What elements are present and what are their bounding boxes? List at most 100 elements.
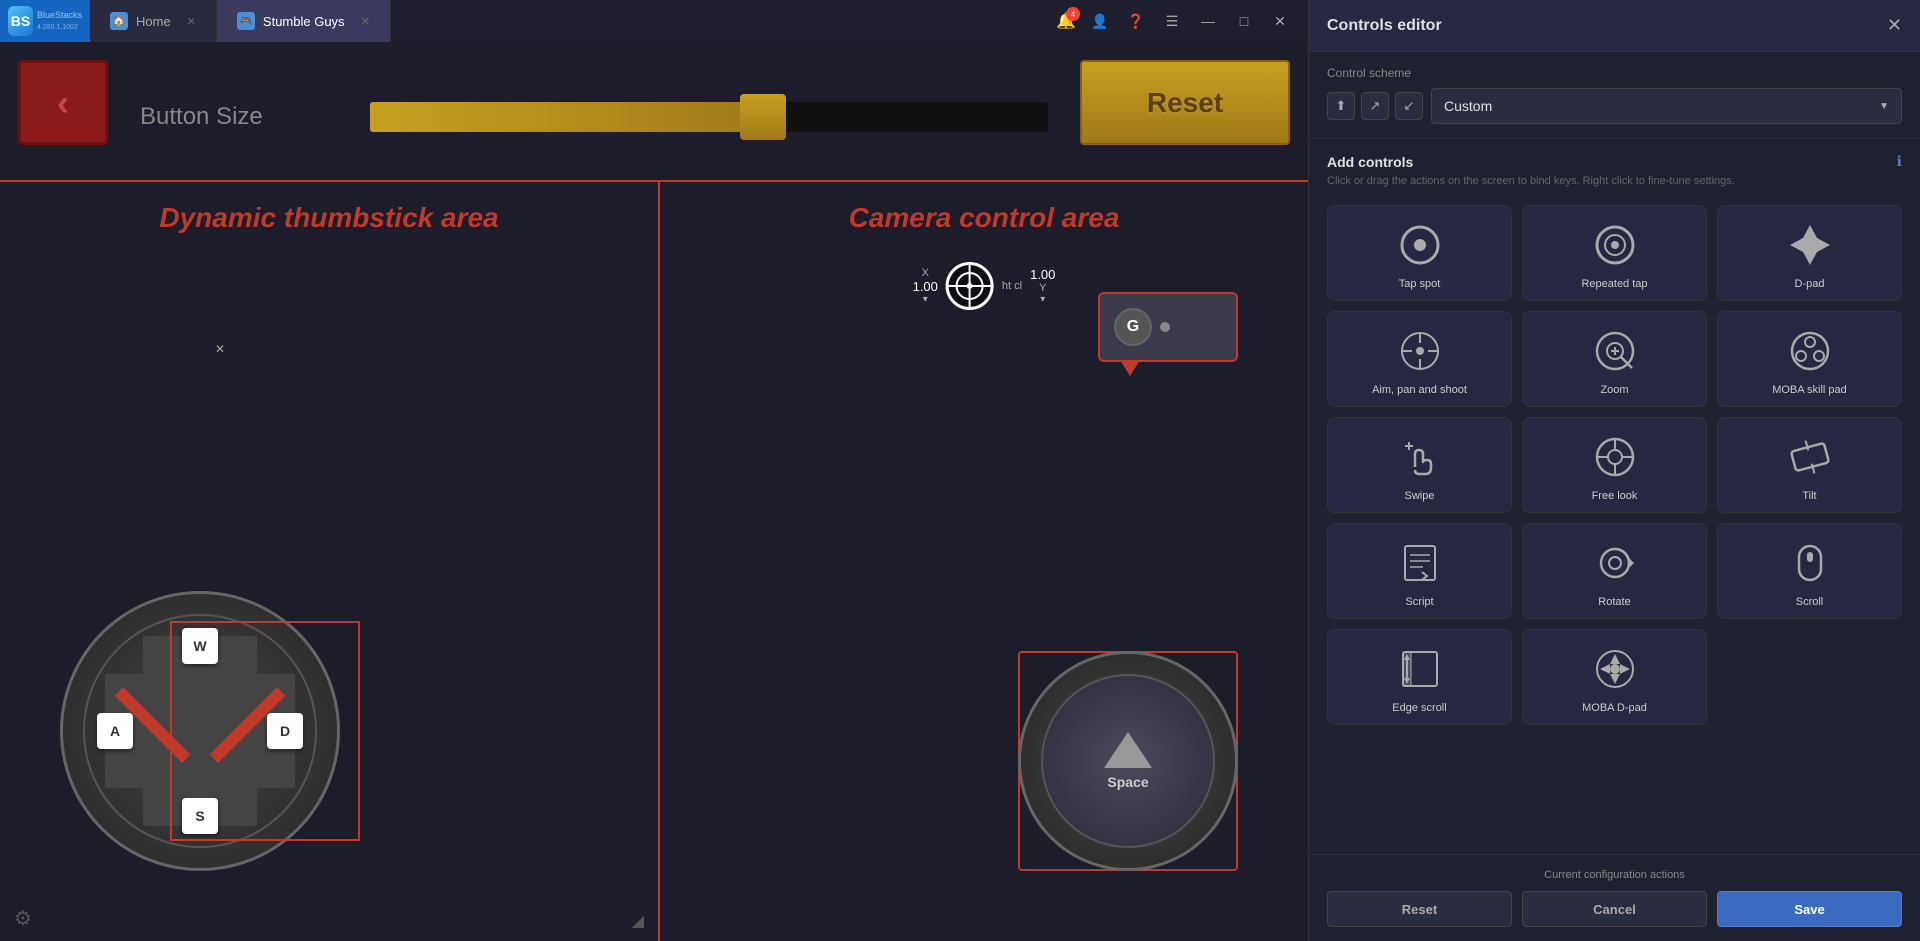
add-controls-header: Add controls ℹ xyxy=(1327,153,1902,170)
space-label: Space xyxy=(1107,774,1148,790)
g-dot xyxy=(1160,322,1170,332)
settings-icon[interactable]: ⚙ xyxy=(14,906,32,931)
add-controls-desc: Click or drag the actions on the screen … xyxy=(1327,174,1902,189)
user-icon[interactable]: 👤 xyxy=(1088,9,1112,33)
control-scheme-section: Control scheme ⬆ ↗ ↙ Custom ▼ xyxy=(1309,52,1920,139)
edge-scroll-label: Edge scroll xyxy=(1392,702,1446,714)
space-outer-circle: Space xyxy=(1018,651,1238,871)
button-size-slider[interactable] xyxy=(370,102,1048,132)
control-script[interactable]: Script xyxy=(1327,523,1512,619)
scheme-dropdown[interactable]: Custom ▼ xyxy=(1431,88,1902,124)
key-s-button[interactable]: S xyxy=(182,798,218,834)
rotate-icon-area xyxy=(1590,538,1640,588)
script-icon xyxy=(1395,538,1445,588)
home-tab[interactable]: 🏠 Home ✕ xyxy=(90,0,217,42)
control-aim-pan-shoot[interactable]: Aim, pan and shoot xyxy=(1327,311,1512,407)
scheme-export-icon[interactable]: ↗ xyxy=(1361,92,1389,120)
control-repeated-tap[interactable]: Repeated tap xyxy=(1522,205,1707,301)
control-swipe[interactable]: Swipe xyxy=(1327,417,1512,513)
panel-header: Controls editor ✕ xyxy=(1309,0,1920,52)
key-w-button[interactable]: W xyxy=(182,628,218,664)
dpad-icon xyxy=(1785,220,1835,270)
control-moba-dpad[interactable]: MOBA D-pad xyxy=(1522,629,1707,725)
coord-x-arrows: ▾ xyxy=(923,294,928,305)
close-button[interactable]: ✕ xyxy=(1268,9,1292,33)
control-edge-scroll[interactable]: Edge scroll xyxy=(1327,629,1512,725)
control-moba-skill-pad[interactable]: MOBA skill pad xyxy=(1717,311,1902,407)
help-icon[interactable]: ❓ xyxy=(1124,9,1148,33)
areas-container: Dynamic thumbstick area W xyxy=(0,180,1308,941)
key-a-button[interactable]: A xyxy=(97,713,133,749)
dpad-inner: W A S D xyxy=(83,614,317,848)
title-bar: BS BlueStacks 4.280.1.1002 🏠 Home ✕ 🎮 St… xyxy=(0,0,1308,42)
control-zoom[interactable]: Zoom xyxy=(1522,311,1707,407)
control-tilt[interactable]: Tilt xyxy=(1717,417,1902,513)
scheme-import-icon[interactable]: ↙ xyxy=(1395,92,1423,120)
reset-label: Reset xyxy=(1147,87,1223,119)
menu-icon[interactable]: ☰ xyxy=(1160,9,1184,33)
freelook-icon-area xyxy=(1590,432,1640,482)
button-size-section: Button Size xyxy=(140,102,1048,132)
swipe-label: Swipe xyxy=(1405,490,1435,502)
notification-button[interactable]: 🔔 4 xyxy=(1056,11,1076,31)
zoom-icon-area xyxy=(1590,326,1640,376)
panel-footer: Current configuration actions Reset Canc… xyxy=(1309,854,1920,941)
footer-reset-button[interactable]: Reset xyxy=(1327,891,1512,927)
space-inner-circle[interactable]: Space xyxy=(1041,674,1215,848)
home-tab-close[interactable]: ✕ xyxy=(187,15,196,28)
close-mark-dpad[interactable]: ✕ xyxy=(215,342,225,356)
g-key: G xyxy=(1114,308,1152,346)
coord-y-arrows: ▾ xyxy=(1040,294,1045,305)
coord-y-display: 1.00 Y ▾ xyxy=(1030,267,1055,305)
home-icon: 🏠 xyxy=(110,12,128,30)
control-dpad[interactable]: D-pad xyxy=(1717,205,1902,301)
minimize-button[interactable]: — xyxy=(1196,9,1220,33)
add-controls-title: Add controls xyxy=(1327,154,1413,170)
add-controls-section: Add controls ℹ Click or drag the actions… xyxy=(1309,139,1920,854)
space-triangle-icon xyxy=(1104,732,1152,768)
coord-center-label: ht cl xyxy=(1002,280,1022,292)
tap-spot-label: Tap spot xyxy=(1399,278,1441,290)
crosshair-container: X 1.00 ▾ ht cl 1.00 xyxy=(913,262,1056,310)
maximize-button[interactable]: □ xyxy=(1232,9,1256,33)
game-tab[interactable]: 🎮 Stumble Guys ✕ xyxy=(217,0,391,42)
game-tab-close[interactable]: ✕ xyxy=(361,15,370,28)
add-controls-info-icon[interactable]: ℹ xyxy=(1897,153,1902,170)
scheme-icons: ⬆ ↗ ↙ xyxy=(1327,92,1423,120)
coord-x-display: X 1.00 ▾ xyxy=(913,267,938,305)
footer-save-button[interactable]: Save xyxy=(1717,891,1902,927)
control-scroll[interactable]: Scroll xyxy=(1717,523,1902,619)
moba-skill-pad-label: MOBA skill pad xyxy=(1772,384,1847,396)
g-button-box[interactable]: G xyxy=(1098,292,1238,362)
edge-scroll-icon-area xyxy=(1395,644,1445,694)
key-d-button[interactable]: D xyxy=(267,713,303,749)
logo-icon: BS xyxy=(8,6,33,36)
reset-game-button[interactable]: Reset xyxy=(1080,60,1290,145)
repeated-tap-icon xyxy=(1590,220,1640,270)
window-controls: 🔔 4 👤 ❓ ☰ — □ ✕ xyxy=(1056,9,1308,33)
panel-close-button[interactable]: ✕ xyxy=(1887,15,1902,36)
resize-icon[interactable]: ◢ xyxy=(632,911,644,931)
scroll-label: Scroll xyxy=(1796,596,1824,608)
control-free-look[interactable]: Free look xyxy=(1522,417,1707,513)
dynamic-area-label: Dynamic thumbstick area xyxy=(159,202,498,234)
footer-buttons: Reset Cancel Save xyxy=(1327,891,1902,927)
free-look-label: Free look xyxy=(1592,490,1638,502)
control-tap-spot[interactable]: Tap spot xyxy=(1327,205,1512,301)
script-icon-area xyxy=(1395,538,1445,588)
slider-thumb[interactable] xyxy=(740,94,786,140)
footer-cancel-button[interactable]: Cancel xyxy=(1522,891,1707,927)
back-button[interactable]: ‹ xyxy=(18,60,108,145)
control-rotate[interactable]: Rotate xyxy=(1522,523,1707,619)
dpad-outer-circle: W A S D xyxy=(60,591,340,871)
back-arrow-icon: ‹ xyxy=(57,82,69,124)
crosshair-circle xyxy=(946,262,994,310)
aim-pan-shoot-label: Aim, pan and shoot xyxy=(1372,384,1467,396)
coord-center-display: ht cl xyxy=(1002,280,1022,292)
moba-dpad-icon xyxy=(1590,644,1640,694)
aim-icon-area xyxy=(1395,326,1445,376)
slider-fill xyxy=(370,102,777,132)
tap-spot-icon xyxy=(1395,220,1445,270)
scheme-upload-icon[interactable]: ⬆ xyxy=(1327,92,1355,120)
script-label: Script xyxy=(1405,596,1433,608)
